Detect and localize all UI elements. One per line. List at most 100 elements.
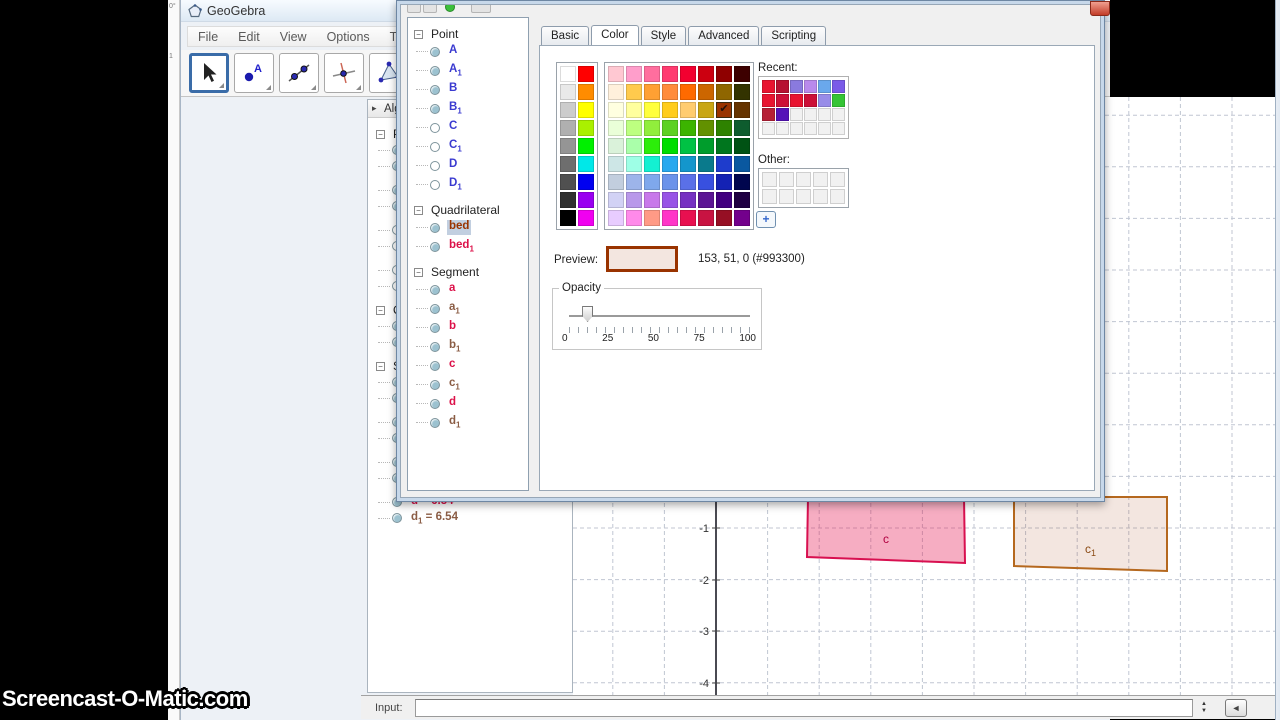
color-swatch[interactable] [560, 102, 576, 118]
color-swatch[interactable] [716, 156, 732, 172]
color-swatch[interactable] [578, 120, 594, 136]
color-swatch[interactable] [644, 210, 660, 226]
color-swatch[interactable] [578, 210, 594, 226]
color-swatch[interactable] [662, 156, 678, 172]
color-swatch[interactable] [626, 156, 642, 172]
color-swatch[interactable] [716, 174, 732, 190]
color-swatch[interactable] [662, 84, 678, 100]
recent-color-swatch[interactable] [804, 80, 817, 93]
dialog-tree-item[interactable]: a [412, 280, 528, 299]
dialog-tab[interactable]: Color [591, 25, 639, 47]
dialog-tree-item[interactable]: d1 [412, 413, 528, 432]
color-swatch[interactable] [578, 174, 594, 190]
recent-color-swatch[interactable] [804, 94, 817, 107]
other-color-swatch[interactable] [813, 189, 828, 204]
recent-color-swatch[interactable] [818, 80, 831, 93]
collapse-arrow-icon[interactable]: ▸ [372, 103, 384, 114]
color-swatch[interactable] [680, 156, 696, 172]
opacity-slider-track[interactable] [569, 315, 750, 317]
color-swatch[interactable] [578, 102, 594, 118]
recent-color-swatch[interactable] [762, 94, 775, 107]
add-custom-color-button[interactable]: + [756, 211, 776, 228]
color-swatch[interactable] [644, 138, 660, 154]
dialog-tab[interactable]: Advanced [688, 26, 760, 46]
color-swatch[interactable] [644, 156, 660, 172]
color-swatch[interactable] [608, 156, 624, 172]
recent-color-swatch[interactable] [762, 108, 775, 121]
color-swatch[interactable] [680, 174, 696, 190]
color-swatch[interactable] [680, 210, 696, 226]
opacity-slider-thumb[interactable] [582, 306, 594, 322]
collapse-minus-icon[interactable]: − [376, 305, 385, 315]
color-swatch[interactable] [578, 192, 594, 208]
color-swatch[interactable] [680, 120, 696, 136]
color-swatch[interactable] [626, 102, 642, 118]
recent-color-swatch[interactable] [790, 108, 803, 121]
dialog-tree-item[interactable]: c [412, 356, 528, 375]
perpendicular-tool-button[interactable] [324, 53, 364, 93]
dialog-close-button[interactable] [1090, 1, 1110, 16]
tree-group-segment[interactable]: − Segment [412, 264, 528, 280]
color-swatch[interactable] [578, 84, 594, 100]
color-swatch[interactable] [698, 210, 714, 226]
input-help-button[interactable]: ◄ [1225, 699, 1247, 717]
collapse-minus-icon[interactable]: − [414, 205, 423, 215]
recent-color-swatch[interactable] [832, 108, 845, 121]
color-swatch[interactable] [734, 120, 750, 136]
recent-color-swatch[interactable] [832, 122, 845, 135]
color-swatch[interactable] [644, 102, 660, 118]
color-swatch[interactable] [698, 102, 714, 118]
collapse-minus-icon[interactable]: − [414, 29, 423, 39]
color-swatch[interactable] [734, 210, 750, 226]
toolbar-stub-button[interactable] [407, 5, 421, 13]
recent-color-swatch[interactable] [804, 122, 817, 135]
color-swatch[interactable] [680, 138, 696, 154]
color-swatch[interactable] [662, 66, 678, 82]
color-swatch[interactable] [626, 138, 642, 154]
dialog-tree-item[interactable]: D [412, 156, 528, 175]
input-history-spinner[interactable]: ▲ ▼ [1197, 699, 1211, 717]
dialog-tab[interactable]: Scripting [761, 26, 827, 46]
color-swatch[interactable] [680, 66, 696, 82]
recent-color-swatch[interactable] [818, 108, 831, 121]
recent-color-swatch[interactable] [818, 94, 831, 107]
color-swatch[interactable] [698, 174, 714, 190]
other-color-swatch[interactable] [762, 189, 777, 204]
other-color-swatch[interactable] [830, 189, 845, 204]
dialog-tree-item[interactable]: A [412, 42, 528, 61]
color-swatch[interactable] [626, 120, 642, 136]
recent-color-swatch[interactable] [776, 108, 789, 121]
recent-color-swatch[interactable] [790, 94, 803, 107]
color-swatch[interactable] [662, 138, 678, 154]
color-swatch[interactable] [716, 210, 732, 226]
dialog-tree-item[interactable]: bed1 [412, 237, 528, 256]
point-tool-button[interactable]: A [234, 53, 274, 93]
color-swatch[interactable] [698, 156, 714, 172]
color-swatch[interactable] [626, 192, 642, 208]
color-swatch[interactable] [698, 192, 714, 208]
color-swatch[interactable] [734, 192, 750, 208]
dialog-tree-item[interactable]: C [412, 118, 528, 137]
other-color-swatch[interactable] [779, 172, 794, 187]
recent-color-swatch[interactable] [790, 80, 803, 93]
color-swatch[interactable]: ✔ [716, 102, 732, 118]
dialog-tree-item[interactable]: b [412, 318, 528, 337]
color-swatch[interactable] [608, 174, 624, 190]
color-swatch[interactable] [698, 120, 714, 136]
color-swatch[interactable] [560, 156, 576, 172]
recent-color-swatch[interactable] [804, 108, 817, 121]
color-swatch[interactable] [608, 210, 624, 226]
dialog-tab[interactable]: Basic [541, 26, 590, 46]
color-swatch[interactable] [716, 84, 732, 100]
color-swatch[interactable] [662, 102, 678, 118]
line-tool-button[interactable] [279, 53, 319, 93]
color-swatch[interactable] [734, 84, 750, 100]
recent-color-swatch[interactable] [790, 122, 803, 135]
spinner-up-icon[interactable]: ▲ [1201, 701, 1207, 708]
color-swatch[interactable] [560, 192, 576, 208]
color-swatch[interactable] [644, 66, 660, 82]
other-color-swatch[interactable] [796, 172, 811, 187]
color-swatch[interactable] [560, 210, 576, 226]
other-color-swatch[interactable] [813, 172, 828, 187]
tree-group-point[interactable]: − Point [412, 26, 528, 42]
